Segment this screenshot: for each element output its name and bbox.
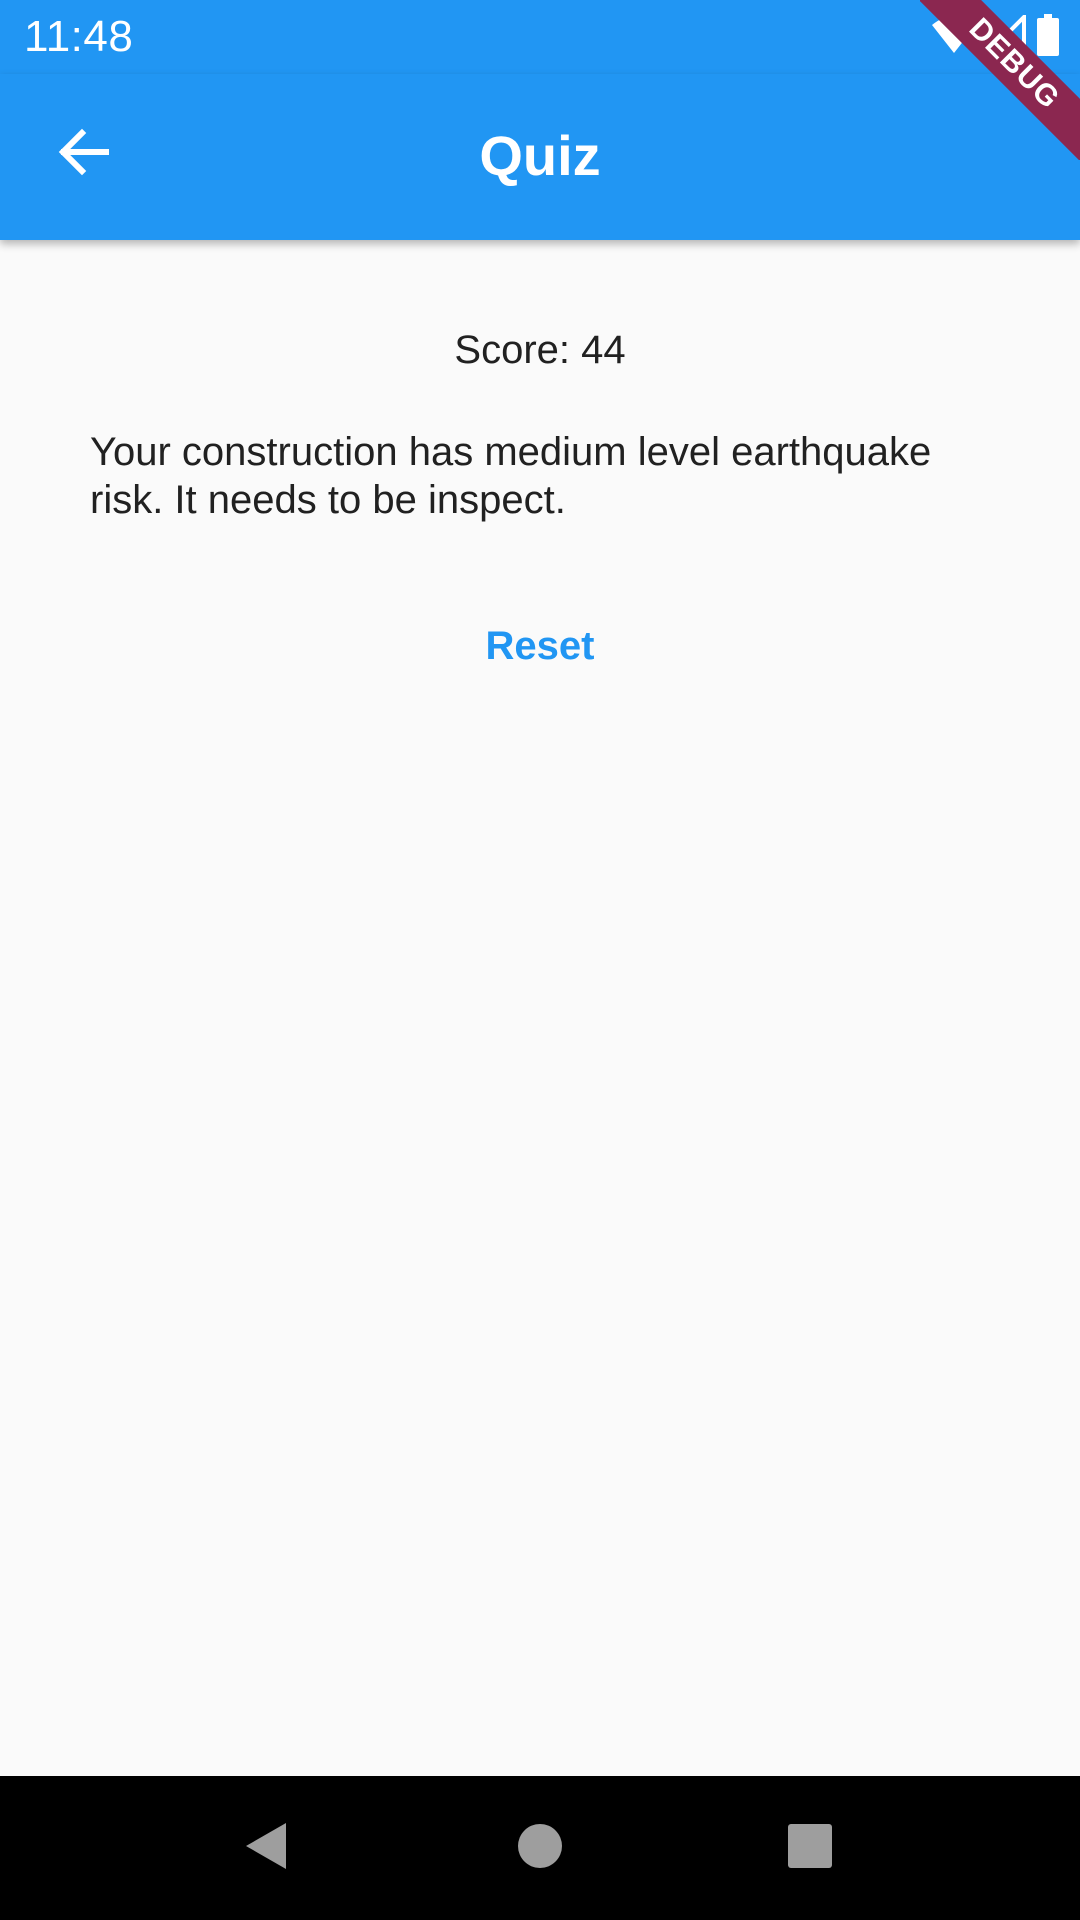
cell-signal-icon	[983, 11, 1026, 60]
nav-home-button[interactable]	[504, 1812, 576, 1884]
score-text: Score: 44	[454, 328, 626, 372]
back-triangle-icon	[242, 1821, 290, 1876]
result-message: Your construction has medium level earth…	[90, 430, 932, 522]
app-bar: Quiz	[0, 74, 1080, 240]
battery-icon	[1036, 13, 1060, 61]
nav-back-button[interactable]	[230, 1812, 302, 1884]
reset-button[interactable]: Reset	[440, 610, 640, 682]
wifi-icon	[932, 15, 976, 60]
page-title: Quiz	[479, 124, 601, 187]
recents-square-icon	[787, 1823, 833, 1874]
system-nav-bar	[0, 1776, 1080, 1920]
home-circle-icon	[516, 1822, 564, 1875]
status-bar: 11:48	[0, 0, 1080, 74]
status-time: 11:48	[24, 12, 134, 61]
status-icons	[932, 11, 1060, 61]
nav-recents-button[interactable]	[774, 1812, 846, 1884]
